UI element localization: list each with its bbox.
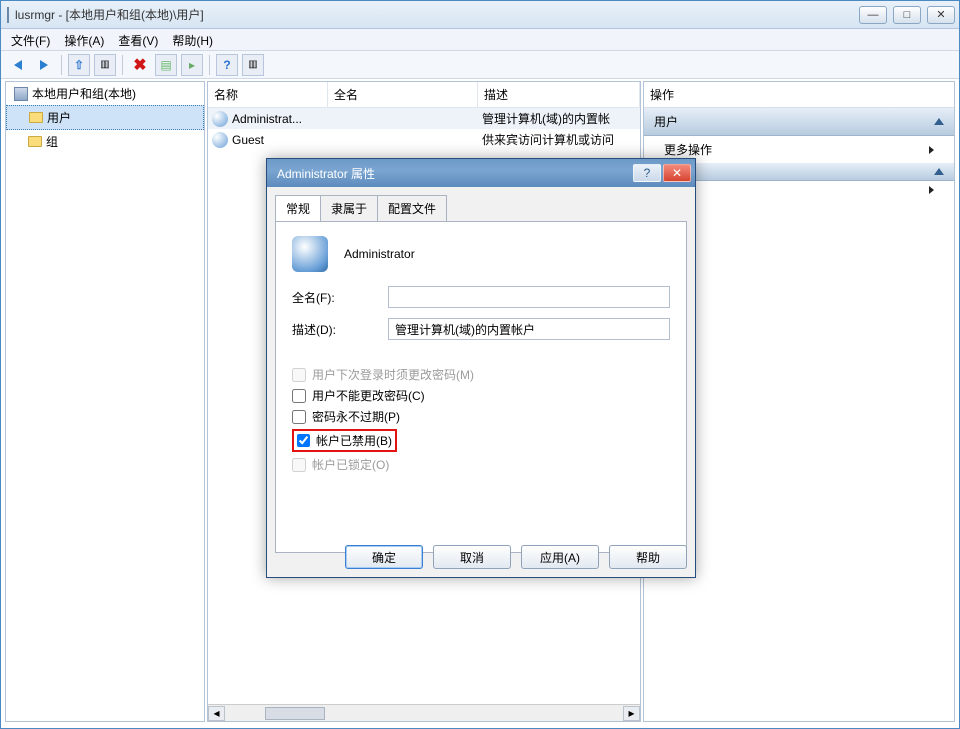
fullname-label: 全名(F):: [292, 289, 388, 306]
export-button[interactable]: ▸: [181, 54, 203, 76]
app-icon: [7, 8, 9, 22]
checkbox-cannot-change-password[interactable]: 用户不能更改密码(C): [292, 387, 670, 404]
ok-button[interactable]: 确定: [345, 545, 423, 569]
titlebar: lusrmgr - [本地用户和组(本地)\用户] — □ ✕: [1, 1, 959, 29]
horizontal-scrollbar[interactable]: ◂ ▸: [208, 704, 640, 721]
checkbox-label: 密码永不过期(P): [312, 408, 400, 425]
col-desc[interactable]: 描述: [478, 82, 640, 107]
menu-help[interactable]: 帮助(H): [172, 32, 213, 50]
close-button[interactable]: ✕: [927, 6, 955, 24]
checkbox-input: [292, 368, 306, 382]
help-button[interactable]: ?: [216, 54, 238, 76]
dialog-username: Administrator: [344, 247, 415, 261]
checkbox-label: 帐户已禁用(B): [316, 432, 392, 449]
tree-root-label: 本地用户和组(本地): [32, 85, 136, 102]
chevron-right-icon: [929, 146, 934, 154]
apply-button[interactable]: 应用(A): [521, 545, 599, 569]
checkbox-must-change-password: 用户下次登录时须更改密码(M): [292, 366, 670, 383]
chevron-right-icon: [929, 186, 934, 194]
show-hide-tree-button[interactable]: ▥: [94, 54, 116, 76]
description-label: 描述(D):: [292, 321, 388, 338]
refresh-button[interactable]: ▥: [242, 54, 264, 76]
window-title: lusrmgr - [本地用户和组(本地)\用户]: [15, 6, 204, 23]
collapse-icon: [934, 118, 944, 125]
toolbar: ⇧ ▥ ✖ ▤ ▸ ? ▥: [1, 51, 959, 79]
tab-general[interactable]: 常规: [275, 195, 321, 221]
list-row-guest[interactable]: Guest 供来宾访问计算机或访问: [208, 129, 640, 150]
dialog-help-button[interactable]: ?: [633, 164, 661, 182]
actions-header: 操作: [644, 82, 954, 108]
cancel-button[interactable]: 取消: [433, 545, 511, 569]
checkbox-input: [292, 458, 306, 472]
minimize-button[interactable]: —: [859, 6, 887, 24]
forward-button[interactable]: [33, 54, 55, 76]
user-icon: [212, 132, 228, 148]
tree-users-label: 用户: [47, 109, 71, 126]
checkbox-account-disabled-highlight: 帐户已禁用(B): [292, 429, 397, 452]
tree-pane: 本地用户和组(本地) 用户 组: [5, 81, 205, 722]
dialog-button-row: 确定 取消 应用(A) 帮助: [275, 545, 687, 569]
separator: [122, 55, 123, 75]
actions-section-users[interactable]: 用户: [644, 108, 954, 136]
menubar: 文件(F) 操作(A) 查看(V) 帮助(H): [1, 29, 959, 51]
separator: [61, 55, 62, 75]
help-button[interactable]: 帮助: [609, 545, 687, 569]
tree-root[interactable]: 本地用户和组(本地): [6, 82, 204, 105]
actions-more-label: 更多操作: [664, 141, 712, 158]
col-fullname[interactable]: 全名: [328, 82, 478, 107]
checkbox-account-locked: 帐户已锁定(O): [292, 456, 670, 473]
cell-name: Guest: [232, 133, 332, 147]
folder-icon: [29, 112, 43, 123]
dialog-title: Administrator 属性: [277, 165, 375, 182]
tree-node-groups[interactable]: 组: [6, 130, 204, 153]
up-button[interactable]: ⇧: [68, 54, 90, 76]
back-button[interactable]: [7, 54, 29, 76]
properties-button[interactable]: ▤: [155, 54, 177, 76]
dialog-tabs: 常规 隶属于 配置文件: [275, 195, 687, 221]
checkbox-label: 用户下次登录时须更改密码(M): [312, 366, 474, 383]
description-input[interactable]: [388, 318, 670, 340]
column-headers: 名称 全名 描述: [208, 82, 640, 108]
checkbox-password-never-expires[interactable]: 密码永不过期(P): [292, 408, 670, 425]
dialog-close-button[interactable]: ✕: [663, 164, 691, 182]
maximize-button[interactable]: □: [893, 6, 921, 24]
properties-dialog: Administrator 属性 ? ✕ 常规 隶属于 配置文件 Adminis…: [266, 158, 696, 578]
cell-name: Administrat...: [232, 112, 332, 126]
folder-icon: [28, 136, 42, 147]
checkbox-label: 帐户已锁定(O): [312, 456, 389, 473]
cell-desc: 管理计算机(域)的内置帐: [482, 110, 636, 127]
user-icon: [212, 111, 228, 127]
checkbox-input[interactable]: [292, 389, 306, 403]
tab-profile[interactable]: 配置文件: [377, 195, 447, 221]
dialog-body: 常规 隶属于 配置文件 Administrator 全名(F): 描述(D):: [267, 187, 695, 577]
menu-file[interactable]: 文件(F): [11, 32, 50, 50]
cell-desc: 供来宾访问计算机或访问: [482, 131, 636, 148]
separator: [209, 55, 210, 75]
tab-memberof[interactable]: 隶属于: [320, 195, 378, 221]
menu-action[interactable]: 操作(A): [64, 32, 104, 50]
main-window: lusrmgr - [本地用户和组(本地)\用户] — □ ✕ 文件(F) 操作…: [0, 0, 960, 729]
menu-view[interactable]: 查看(V): [118, 32, 158, 50]
col-name[interactable]: 名称: [208, 82, 328, 107]
delete-button[interactable]: ✖: [129, 54, 151, 76]
scroll-right-icon[interactable]: ▸: [623, 706, 640, 721]
checkbox-account-disabled[interactable]: [297, 434, 310, 447]
collapse-icon: [934, 168, 944, 175]
fullname-input[interactable]: [388, 286, 670, 308]
actions-users-label: 用户: [654, 113, 678, 130]
tree-groups-label: 组: [46, 133, 58, 150]
checkbox-input[interactable]: [292, 410, 306, 424]
tree-node-users[interactable]: 用户: [6, 105, 204, 130]
tab-panel-general: Administrator 全名(F): 描述(D): 用户下次登录时须更改密码…: [275, 221, 687, 553]
list-row-administrator[interactable]: Administrat... 管理计算机(域)的内置帐: [208, 108, 640, 129]
scroll-left-icon[interactable]: ◂: [208, 706, 225, 721]
dialog-titlebar: Administrator 属性 ? ✕: [267, 159, 695, 187]
scroll-thumb[interactable]: [265, 707, 325, 720]
snapin-icon: [14, 87, 28, 101]
checkbox-label: 用户不能更改密码(C): [312, 387, 425, 404]
user-avatar-icon: [292, 236, 328, 272]
